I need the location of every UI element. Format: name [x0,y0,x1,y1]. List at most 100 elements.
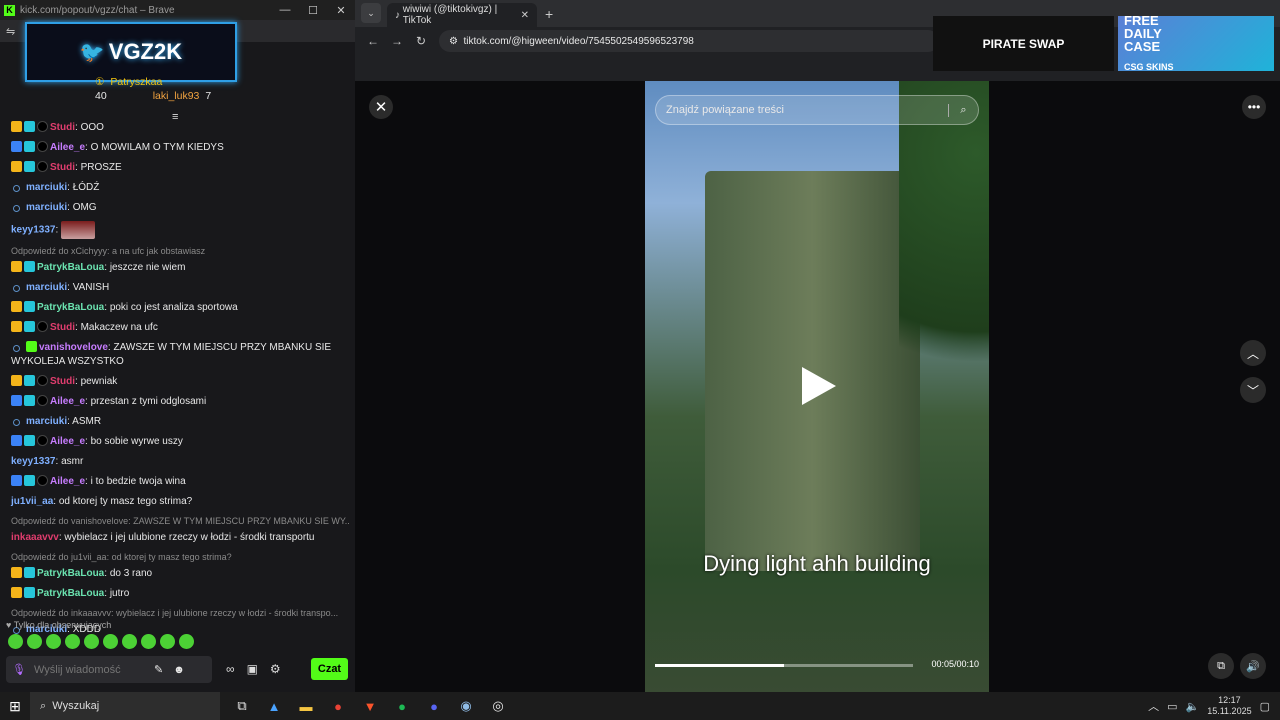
chat-username[interactable]: Studi [50,122,75,133]
taskbar-search[interactable]: ⌕ Wyszukaj [30,692,220,720]
notifications-icon[interactable]: ▢ [1260,700,1270,713]
blue-badge-icon [11,435,22,446]
app-icon[interactable]: ▲ [258,692,290,720]
chat-username[interactable]: PatrykBaLoua [37,588,104,599]
chat-username[interactable]: Studi [50,162,75,173]
reply-context[interactable]: Odpowiedź do inkaaavvv: wybielacz i jej … [0,604,350,620]
chat-username[interactable]: PatrykBaLoua [37,568,104,579]
chat-username[interactable]: Ailee_e [50,142,85,153]
tab-list-icon[interactable]: ⌄ [361,3,381,23]
forward-icon[interactable]: → [385,34,409,48]
url-field[interactable]: ⚙ tiktok.com/@higween/video/754550254959… [439,30,939,52]
gear-icon[interactable]: ⚙ [270,662,281,676]
emote-icon [46,634,61,649]
play-icon[interactable] [802,367,836,405]
next-video-button[interactable]: ﹀ [1240,377,1266,403]
spotify-icon[interactable]: ● [386,692,418,720]
obs-icon[interactable]: ◎ [482,692,514,720]
brave-icon[interactable]: ▼ [354,692,386,720]
chat-message: vanishovelove: ZAWSZE W TYM MIEJSCU PRZY… [11,341,332,367]
clock[interactable]: 12:17 15.11.2025 [1207,695,1251,717]
chat-message: inkaaavvv: wybielacz i jej ulubione rzec… [11,532,315,543]
chevron-up-icon[interactable]: ︿ [1148,698,1159,714]
emoji-icon[interactable]: ☻ [173,664,185,676]
emote-bar[interactable] [8,634,194,649]
chat-text: O MOWILAM O TYM KIEDYS [90,142,224,153]
reply-context[interactable]: Odpowiedź do xCichyyy: a na ufc jak obst… [0,242,350,258]
chrome-icon[interactable]: ● [322,692,354,720]
chat-input-box[interactable]: 🎙 ✎ ☻ [6,656,212,683]
sub-badge-icon [24,435,35,446]
close-video-button[interactable]: ✕ [369,95,393,119]
csgo-skins-ad[interactable]: FREE DAILY CASE CSG SKINS [1118,14,1274,72]
chat-username[interactable]: ju1vii_aa [11,496,53,507]
sub-badge-icon [24,375,35,386]
windows-start-icon[interactable]: ⊞ [0,698,30,715]
send-chat-button[interactable]: Czat [311,658,348,680]
crown-badge-icon [11,161,22,172]
settings-icon[interactable]: ⇋ [6,25,15,38]
crown-badge-icon [11,321,22,332]
chat-username[interactable]: marciuki [26,416,67,427]
sub-badge-icon [24,587,35,598]
video-time: 00:05/00:10 [931,659,979,669]
picture-in-picture-button[interactable]: ⧉ [1208,653,1234,679]
folder-icon[interactable]: ▬ [290,692,322,720]
ad-banners: PIRATE SWAP FREE DAILY CASE CSG SKINS [933,14,1274,72]
sub-badge-icon [24,567,35,578]
points-icon[interactable]: ∞ [226,662,235,676]
chat-username[interactable]: keyy1337 [11,456,56,467]
chat-username[interactable]: marciuki [26,202,67,213]
chat-username[interactable]: vanishovelove [39,342,108,353]
chat-message: Ailee_e: i to bedzie twoja wina [0,472,350,492]
translate-icon[interactable]: ✎ [154,663,163,676]
task-view-icon[interactable]: ⧉ [226,692,258,720]
chat-text: jutro [109,588,130,599]
reply-context[interactable]: Odpowiedź do ju1vii_aa: od ktorej ty mas… [0,548,350,564]
steam-icon[interactable]: ◉ [450,692,482,720]
chat-text: PROSZE [80,162,122,173]
chat-username[interactable]: Ailee_e [50,476,85,487]
volume-icon[interactable]: 🔈 [1186,700,1200,713]
new-tab-icon[interactable]: + [545,6,553,22]
chat-username[interactable]: Ailee_e [50,396,85,407]
related-search-bar[interactable]: Znajdź powiązane treści ⌕ [655,95,979,125]
chat-username[interactable]: marciuki [26,282,67,293]
chat-username[interactable]: Studi [50,376,75,387]
store-icon[interactable]: ▣ [247,662,258,676]
chat-username[interactable]: PatrykBaLoua [37,262,104,273]
close-tab-icon[interactable]: ✕ [521,10,529,21]
chat-username[interactable]: keyy1337 [11,225,56,236]
chat-username[interactable]: marciuki [26,182,67,193]
dark-badge-icon [37,121,48,132]
minimize-icon[interactable]: — [271,4,299,17]
chat-username[interactable]: Ailee_e [50,436,85,447]
previous-video-button[interactable]: ︿ [1240,340,1266,366]
back-icon[interactable]: ← [361,34,385,48]
pirateswap-ad[interactable]: PIRATE SWAP [933,16,1114,71]
volume-button[interactable]: 🔊 [1240,653,1266,679]
chat-text: asmr [61,456,84,467]
sub-badge-icon [24,141,35,152]
chat-username[interactable]: PatrykBaLoua [37,302,104,313]
search-icon[interactable]: ⌕ [948,103,978,117]
chat-input[interactable] [33,663,154,676]
chat-username[interactable]: inkaaavvv [11,532,59,543]
site-info-icon[interactable]: ⚙ [449,36,464,47]
reply-context[interactable]: Odpowiedź do vanishovelove: ZAWSZE W TYM… [0,512,350,528]
close-icon[interactable]: ✕ [327,4,355,17]
kick-icon: K [4,4,15,16]
chat-text: i to bedzie twoja wina [90,476,186,487]
reload-icon[interactable]: ↻ [409,34,433,48]
discord-icon[interactable]: ● [418,692,450,720]
maximize-icon[interactable]: ☐ [299,4,327,17]
tab-tiktok[interactable]: ♪ wiwiwi (@tiktokivgz) | TikTok ✕ [387,3,537,27]
chat-username[interactable]: Studi [50,322,75,333]
blue-badge-icon [11,395,22,406]
mic-icon[interactable]: 🎙 [12,663,26,676]
video-progress[interactable] [655,664,913,667]
video-player[interactable]: Znajdź powiązane treści ⌕ Dying light ahh… [645,81,989,692]
chat-message: marciuki: OMG [0,198,350,218]
more-options-button[interactable]: ••• [1242,95,1266,119]
network-icon[interactable]: ▭ [1167,700,1177,713]
